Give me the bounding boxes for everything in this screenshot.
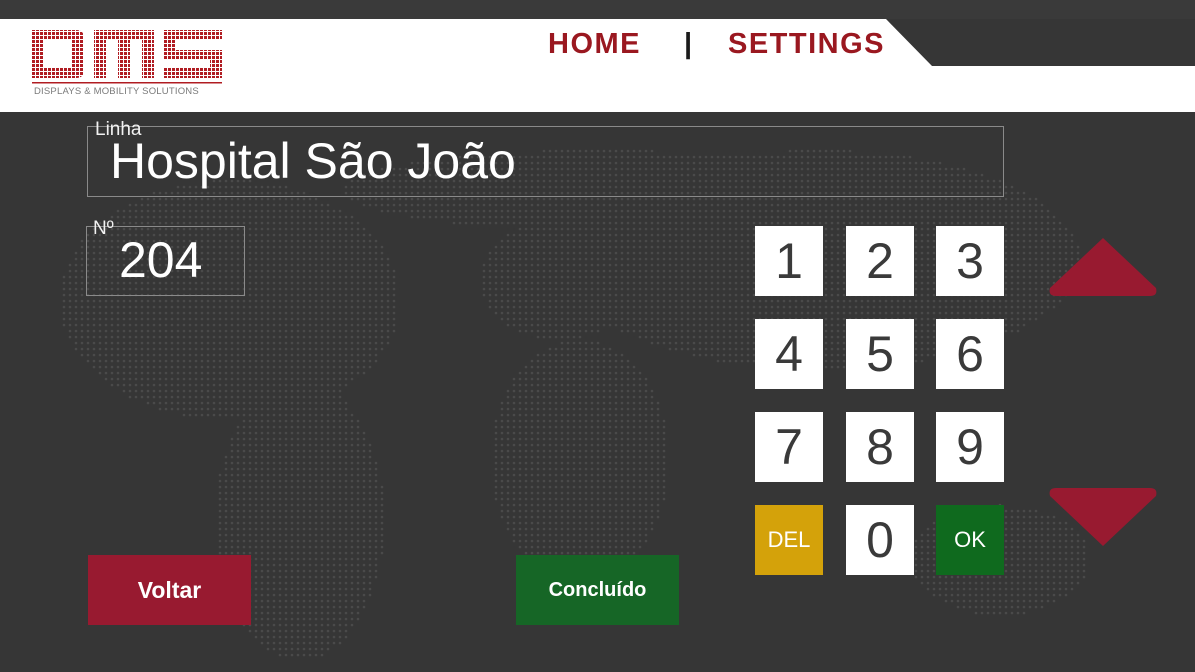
key-7[interactable]: 7 <box>755 412 823 482</box>
key-5[interactable]: 5 <box>846 319 914 389</box>
top-strip <box>0 0 1195 19</box>
numero-value: 204 <box>119 232 203 288</box>
done-button[interactable]: Concluído <box>516 555 679 625</box>
nav-home-link[interactable]: HOME <box>548 28 641 61</box>
key-1[interactable]: 1 <box>755 226 823 296</box>
key-2[interactable]: 2 <box>846 226 914 296</box>
key-9[interactable]: 9 <box>936 412 1004 482</box>
key-6[interactable]: 6 <box>936 319 1004 389</box>
key-del-button[interactable]: DEL <box>755 505 823 575</box>
nav-settings-link[interactable]: SETTINGS <box>728 28 885 61</box>
arrow-up-icon[interactable] <box>1048 236 1158 298</box>
key-8[interactable]: 8 <box>846 412 914 482</box>
back-button[interactable]: Voltar <box>88 555 251 625</box>
key-4[interactable]: 4 <box>755 319 823 389</box>
linha-value: Hospital São João <box>110 133 516 189</box>
nav-separator: | <box>684 28 694 60</box>
numero-label: Nº <box>93 218 114 239</box>
arrow-down-icon[interactable] <box>1048 486 1158 548</box>
key-ok-button[interactable]: OK <box>936 505 1004 575</box>
logo-subtitle: DISPLAYS & MOBILITY SOLUTIONS <box>34 86 199 97</box>
key-0[interactable]: 0 <box>846 505 914 575</box>
key-3[interactable]: 3 <box>936 226 1004 296</box>
